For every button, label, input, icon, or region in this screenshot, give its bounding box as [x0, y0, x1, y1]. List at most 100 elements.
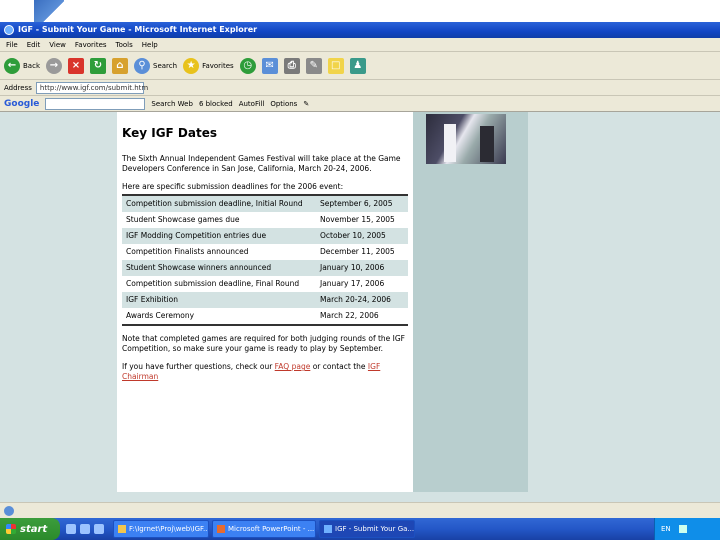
- date-cell: January 10, 2006: [316, 260, 408, 276]
- window-titlebar[interactable]: IGF - Submit Your Game - Microsoft Inter…: [0, 22, 720, 38]
- date-cell: September 6, 2005: [316, 195, 408, 212]
- address-bar: Address http://www.igf.com/submit.htm: [0, 80, 720, 96]
- forward-arrow-icon[interactable]: →: [46, 57, 62, 74]
- top-strip: [0, 0, 720, 22]
- event-cell: Competition submission deadline, Final R…: [122, 276, 316, 292]
- stop-icon[interactable]: ×: [68, 57, 84, 74]
- page-viewport[interactable]: Key IGF Dates The Sixth Annual Independe…: [0, 112, 720, 502]
- start-button[interactable]: start: [0, 518, 60, 540]
- favorites-button[interactable]: ★ Favorites: [183, 55, 234, 77]
- date-cell: December 11, 2005: [316, 244, 408, 260]
- search-icon: ⚲: [134, 57, 150, 74]
- table-row: IGF Exhibition March 20-24, 2006: [122, 292, 408, 308]
- photo-figure-right: [480, 126, 494, 162]
- task-ie[interactable]: IGF - Submit Your Ga...: [319, 520, 415, 538]
- page-title: Key IGF Dates: [122, 126, 217, 140]
- date-cell: January 17, 2006: [316, 276, 408, 292]
- windows-flag-icon: [6, 524, 16, 534]
- date-cell: November 15, 2005: [316, 212, 408, 228]
- popup-blocked-count[interactable]: 6 blocked: [199, 100, 233, 108]
- task-explorer[interactable]: F:\Igrnet\Proj\web\IGF...: [113, 520, 209, 538]
- system-tray: EN: [654, 518, 720, 540]
- edit-icon[interactable]: ✎: [305, 57, 322, 74]
- favorites-label: Favorites: [202, 61, 234, 70]
- menu-bar: File Edit View Favorites Tools Help: [0, 38, 720, 52]
- event-cell: Competition Finalists announced: [122, 244, 316, 260]
- task-label: IGF - Submit Your Ga...: [335, 525, 415, 533]
- folder-icon: [118, 525, 126, 533]
- event-cell: Student Showcase games due: [122, 212, 316, 228]
- google-toolbar: Google Search Web 6 blocked AutoFill Opt…: [0, 96, 720, 112]
- print-icon[interactable]: ⎙: [283, 57, 300, 74]
- back-label: Back: [23, 61, 40, 70]
- tray-icon[interactable]: [678, 525, 687, 533]
- window-title: IGF - Submit Your Game - Microsoft Inter…: [18, 25, 258, 34]
- menu-tools[interactable]: Tools: [116, 38, 133, 51]
- star-icon: ★: [183, 57, 200, 74]
- intro-paragraph: The Sixth Annual Independent Games Festi…: [122, 154, 401, 173]
- event-cell: Student Showcase winners announced: [122, 260, 316, 276]
- table-row: Competition submission deadline, Final R…: [122, 276, 408, 292]
- pencil-icon[interactable]: ✎: [303, 100, 309, 108]
- history-icon[interactable]: ◷: [239, 57, 256, 74]
- menu-favorites[interactable]: Favorites: [75, 38, 107, 51]
- note-paragraph: Note that completed games are required f…: [122, 334, 405, 353]
- quick-launch-media-icon[interactable]: [94, 524, 104, 534]
- table-row: Competition Finalists announced December…: [122, 244, 408, 260]
- task-powerpoint[interactable]: Microsoft PowerPoint - ...: [212, 520, 316, 538]
- standard-toolbar: ← Back → × ↻ ⌂ ⚲ Search ★ Favorites ◷ ✉ …: [0, 52, 720, 80]
- address-input[interactable]: http://www.igf.com/submit.htm: [35, 81, 148, 94]
- dates-table: Competition submission deadline, Initial…: [122, 194, 408, 326]
- questions-prefix: If you have further questions, check our: [122, 362, 275, 371]
- language-indicator[interactable]: EN: [661, 525, 671, 533]
- faq-link[interactable]: FAQ page: [275, 362, 311, 371]
- page-status-icon: [4, 506, 14, 516]
- discuss-icon[interactable]: □: [327, 57, 344, 74]
- event-cell: Awards Ceremony: [122, 308, 316, 325]
- quick-launch: [60, 524, 110, 534]
- start-label: start: [20, 523, 48, 535]
- autofill-button[interactable]: AutoFill: [239, 100, 265, 108]
- back-button[interactable]: ← Back: [4, 55, 40, 77]
- task-label: F:\Igrnet\Proj\web\IGF...: [129, 525, 209, 533]
- ie-icon: [4, 25, 14, 35]
- logo-shape: [34, 0, 64, 22]
- messenger-icon[interactable]: ♟: [349, 57, 366, 74]
- refresh-icon[interactable]: ↻: [90, 57, 106, 74]
- event-cell: IGF Modding Competition entries due: [122, 228, 316, 244]
- status-bar: [0, 502, 720, 518]
- mail-icon[interactable]: ✉: [261, 57, 278, 74]
- right-column: [412, 112, 528, 492]
- menu-view[interactable]: View: [49, 38, 66, 51]
- powerpoint-icon: [217, 525, 225, 533]
- igf-photo: [426, 114, 506, 164]
- table-row: Awards Ceremony March 22, 2006: [122, 308, 408, 325]
- menu-help[interactable]: Help: [142, 38, 158, 51]
- menu-file[interactable]: File: [6, 38, 18, 51]
- back-arrow-icon: ←: [4, 57, 20, 74]
- questions-middle: or contact the: [310, 362, 368, 371]
- date-cell: March 20-24, 2006: [316, 292, 408, 308]
- quick-launch-desktop-icon[interactable]: [80, 524, 90, 534]
- main-content: Key IGF Dates The Sixth Annual Independe…: [117, 112, 413, 492]
- google-logo[interactable]: Google: [4, 99, 39, 109]
- google-search-web-button[interactable]: Search Web: [151, 100, 193, 108]
- home-icon[interactable]: ⌂: [112, 57, 128, 74]
- event-cell: IGF Exhibition: [122, 292, 316, 308]
- deadlines-intro: Here are specific submission deadlines f…: [122, 182, 344, 191]
- search-button[interactable]: ⚲ Search: [134, 55, 177, 77]
- search-label: Search: [153, 61, 178, 70]
- options-button[interactable]: Options: [270, 100, 297, 108]
- taskbar: start F:\Igrnet\Proj\web\IGF... Microsof…: [0, 518, 720, 540]
- table-row: Student Showcase winners announced Janua…: [122, 260, 408, 276]
- menu-edit[interactable]: Edit: [27, 38, 41, 51]
- address-label: Address: [4, 83, 32, 92]
- questions-paragraph: If you have further questions, check our…: [122, 362, 408, 382]
- date-cell: October 10, 2005: [316, 228, 408, 244]
- photo-figure-left: [444, 124, 456, 162]
- ie-icon: [324, 525, 332, 533]
- google-search-input[interactable]: [45, 97, 146, 110]
- quick-launch-ie-icon[interactable]: [66, 524, 76, 534]
- table-row: IGF Modding Competition entries due Octo…: [122, 228, 408, 244]
- event-cell: Competition submission deadline, Initial…: [122, 195, 316, 212]
